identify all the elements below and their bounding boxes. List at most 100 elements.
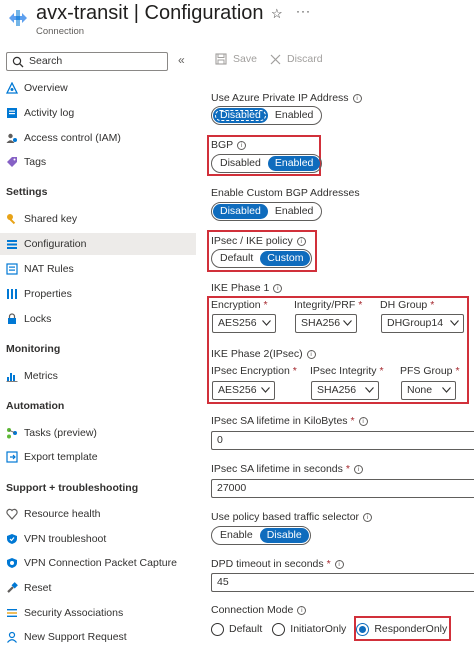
sidebar-item-configuration[interactable]: Configuration bbox=[0, 233, 196, 255]
close-icon bbox=[270, 54, 281, 64]
discard-button[interactable]: Discard bbox=[270, 53, 323, 65]
properties-icon bbox=[7, 289, 17, 299]
custom-bgp-toggle[interactable]: Disabled Enabled bbox=[211, 202, 323, 221]
metrics-icon bbox=[6, 373, 18, 382]
sidebar-item-nat-rules[interactable]: NAT Rules bbox=[0, 258, 196, 280]
sa-kilobytes-value: 0 bbox=[217, 434, 223, 446]
pfs-group-value: None bbox=[407, 384, 433, 396]
info-icon[interactable]: i bbox=[306, 350, 316, 359]
collapse-sidebar-icon[interactable]: « bbox=[178, 53, 185, 67]
sidebar-item-activity-log[interactable]: Activity log bbox=[0, 102, 196, 124]
toggle-option-enabled[interactable]: Enabled bbox=[267, 156, 321, 171]
toggle-option-disabled[interactable]: Disabled bbox=[213, 204, 268, 219]
bgp-toggle[interactable]: Disabled Enabled bbox=[211, 154, 323, 173]
toggle-option-default[interactable]: Default bbox=[213, 251, 260, 266]
toggle-option-disabled[interactable]: Disabled bbox=[213, 156, 268, 171]
radio-initiator-only[interactable]: InitiatorOnly bbox=[272, 622, 346, 636]
private-ip-toggle[interactable]: Disabled Enabled bbox=[211, 106, 323, 125]
info-icon[interactable]: i bbox=[297, 606, 307, 615]
sidebar-item-label: Access control (IAM) bbox=[24, 132, 121, 144]
encryption-value: AES256 bbox=[218, 317, 257, 329]
toggle-option-enable[interactable]: Enable bbox=[213, 528, 260, 543]
info-icon[interactable]: i bbox=[363, 513, 373, 522]
info-icon[interactable]: i bbox=[273, 284, 283, 293]
sidebar-item-label: Resource health bbox=[24, 508, 101, 520]
chevron-down-icon bbox=[262, 320, 271, 326]
sidebar-item-export-template[interactable]: Export template bbox=[0, 446, 196, 468]
dpd-timeout-input[interactable]: 45 bbox=[211, 573, 474, 592]
chevron-down-icon bbox=[343, 320, 352, 326]
radio-button[interactable] bbox=[272, 622, 286, 636]
integrity-value: SHA256 bbox=[301, 317, 341, 329]
sa-seconds-value: 27000 bbox=[217, 482, 247, 494]
sidebar-item-label: Metrics bbox=[24, 370, 58, 382]
pfs-group-label: PFS Group * bbox=[400, 365, 460, 377]
radio-responder-only[interactable]: ResponderOnly bbox=[356, 622, 447, 636]
ipsec-policy-label: IPsec / IKE policy i bbox=[211, 235, 306, 247]
connection-mode-label: Connection Mode i bbox=[211, 604, 307, 616]
ellipsis-icon[interactable]: ··· bbox=[296, 4, 311, 18]
dh-group-select[interactable]: DHGroup14 bbox=[381, 314, 464, 333]
encryption-select[interactable]: AES256 bbox=[212, 314, 276, 333]
search-placeholder: Search bbox=[29, 55, 63, 67]
radio-button[interactable] bbox=[211, 622, 224, 636]
ipsec-policy-toggle[interactable]: Default Custom bbox=[211, 249, 313, 268]
sidebar-item-tasks[interactable]: Tasks (preview) bbox=[0, 422, 196, 444]
integrity-select[interactable]: SHA256 bbox=[295, 314, 357, 333]
toggle-option-disable[interactable]: Disable bbox=[259, 528, 309, 543]
ipsec-encryption-label: IPsec Encryption * bbox=[211, 365, 297, 377]
dpd-timeout-label: DPD timeout in seconds * i bbox=[211, 558, 344, 570]
sidebar-item-label: VPN troubleshoot bbox=[24, 533, 107, 545]
sidebar-item-iam[interactable]: Access control (IAM) bbox=[0, 127, 196, 149]
ike-phase1-title: IKE Phase 1i bbox=[211, 282, 283, 294]
sidebar-item-label: NAT Rules bbox=[24, 263, 74, 275]
dh-group-value: DHGroup14 bbox=[387, 317, 444, 329]
radio-label: Default bbox=[229, 623, 263, 635]
sidebar-item-security-associations[interactable]: Security Associations bbox=[0, 602, 196, 624]
private-ip-label: Use Azure Private IP Address i bbox=[211, 92, 362, 104]
info-icon[interactable]: i bbox=[353, 465, 363, 474]
sidebar-item-resource-health[interactable]: Resource health bbox=[0, 503, 196, 525]
sidebar-item-new-support-request[interactable]: New Support Request bbox=[0, 626, 196, 647]
toggle-option-custom[interactable]: Custom bbox=[260, 251, 311, 266]
policy-selector-toggle[interactable]: Enable Disable bbox=[211, 526, 311, 545]
info-icon[interactable]: i bbox=[296, 237, 306, 246]
overview-icon bbox=[6, 82, 18, 94]
info-icon[interactable]: i bbox=[237, 141, 247, 150]
star-icon[interactable]: ☆ bbox=[271, 6, 283, 22]
sa-kilobytes-input[interactable]: 0 bbox=[211, 431, 474, 450]
custom-bgp-label: Enable Custom BGP Addresses bbox=[211, 187, 360, 199]
sidebar-item-properties[interactable]: Properties bbox=[0, 283, 196, 305]
sidebar-item-tags[interactable]: Tags bbox=[0, 151, 196, 173]
toggle-option-enabled[interactable]: Enabled bbox=[268, 108, 321, 123]
info-icon[interactable]: i bbox=[358, 417, 368, 426]
toggle-option-disabled[interactable]: Disabled bbox=[213, 108, 268, 123]
pfs-group-select[interactable]: None bbox=[401, 381, 456, 400]
sidebar-item-vpn-troubleshoot[interactable]: VPN troubleshoot bbox=[0, 528, 196, 550]
sidebar-item-overview[interactable]: Overview bbox=[0, 77, 196, 99]
ipsec-integrity-value: SHA256 bbox=[317, 384, 357, 396]
ipsec-encryption-select[interactable]: AES256 bbox=[212, 381, 275, 400]
sidebar-item-locks[interactable]: Locks bbox=[0, 308, 196, 330]
radio-default[interactable]: Default bbox=[211, 622, 263, 636]
sidebar-section-monitoring: Monitoring bbox=[6, 343, 61, 355]
info-icon[interactable]: i bbox=[352, 94, 362, 103]
sa-kilobytes-label: IPsec SA lifetime in KiloBytes * i bbox=[211, 415, 368, 427]
integrity-label: Integrity/PRF * bbox=[294, 299, 363, 311]
sidebar-item-shared-key[interactable]: Shared key bbox=[0, 208, 196, 230]
sidebar-item-label: Overview bbox=[24, 82, 68, 94]
toggle-option-enabled[interactable]: Enabled bbox=[268, 204, 321, 219]
save-label: Save bbox=[233, 53, 257, 65]
save-button[interactable]: Save bbox=[215, 53, 257, 65]
sidebar-item-label: New Support Request bbox=[24, 631, 127, 643]
connection-mode-radio-group: Default InitiatorOnly ResponderOnly bbox=[211, 620, 457, 638]
search-input[interactable]: Search bbox=[6, 52, 168, 71]
sa-seconds-input[interactable]: 27000 bbox=[211, 479, 474, 498]
sidebar-item-reset[interactable]: Reset bbox=[0, 577, 196, 599]
sidebar-item-packet-capture[interactable]: VPN Connection Packet Capture bbox=[0, 552, 196, 574]
ipsec-integrity-select[interactable]: SHA256 bbox=[311, 381, 379, 400]
sidebar-item-metrics[interactable]: Metrics bbox=[0, 365, 196, 387]
info-icon[interactable]: i bbox=[334, 560, 344, 569]
sidebar-item-label: Security Associations bbox=[24, 607, 124, 619]
radio-button[interactable] bbox=[356, 622, 370, 636]
